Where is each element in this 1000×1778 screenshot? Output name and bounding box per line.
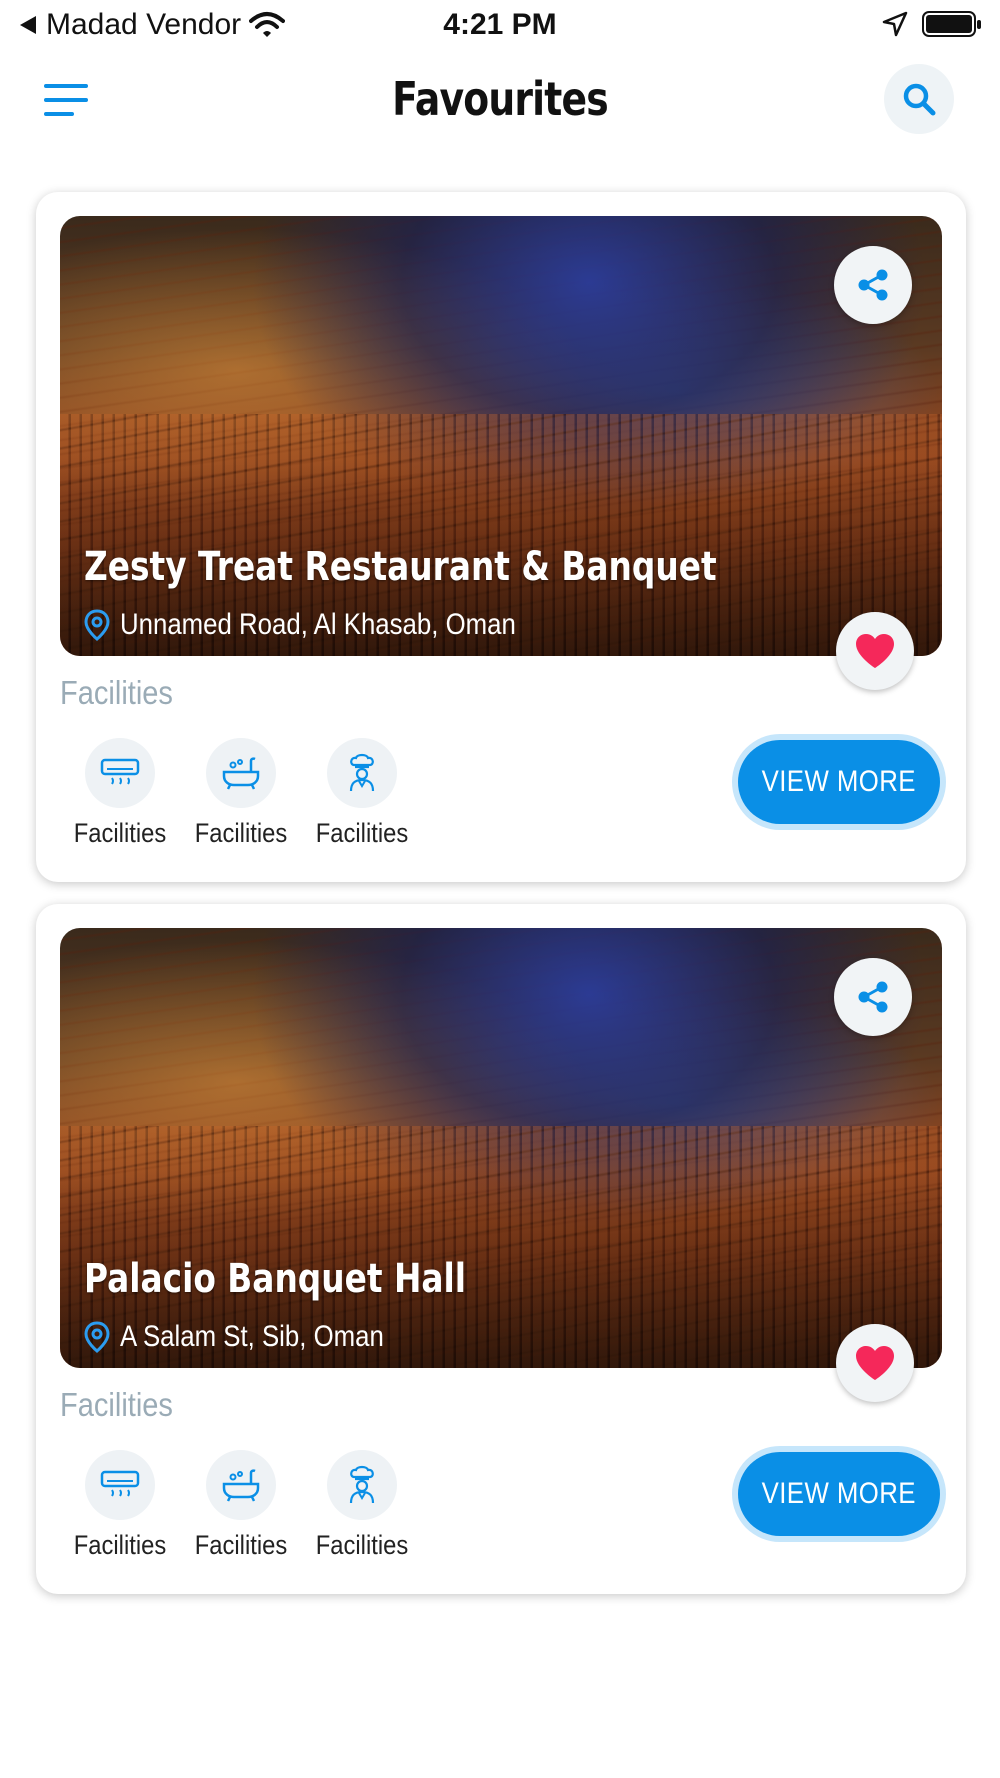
status-time: 4:21 PM bbox=[443, 8, 557, 41]
facility-label: Facilities bbox=[194, 818, 288, 848]
search-button[interactable] bbox=[884, 64, 954, 134]
venue-address: A Salam St, Sib, Oman bbox=[84, 1320, 427, 1354]
facilities-heading: Facilities bbox=[60, 674, 173, 711]
venue-address-text: Unnamed Road, Al Khasab, Oman bbox=[120, 608, 516, 641]
view-more-button[interactable]: VIEW MORE bbox=[738, 740, 940, 824]
facility-icon-bg bbox=[85, 738, 155, 808]
facility-item: Facilities bbox=[65, 738, 175, 849]
chef-icon bbox=[349, 1465, 375, 1504]
facility-item: Facilities bbox=[307, 738, 417, 849]
facility-icon-bg bbox=[327, 738, 397, 808]
chef-icon bbox=[349, 753, 375, 792]
hamburger-menu-button[interactable] bbox=[44, 80, 94, 124]
facility-item: Facilities bbox=[65, 1450, 175, 1561]
favourite-button[interactable] bbox=[836, 1324, 914, 1402]
venue-name: Palacio Banquet Hall bbox=[84, 1256, 467, 1302]
location-pin-icon bbox=[84, 609, 110, 641]
venue-image[interactable]: Palacio Banquet Hall A Salam St, Sib, Om… bbox=[60, 928, 942, 1368]
bathtub-icon bbox=[222, 1469, 260, 1502]
location-pin-icon bbox=[84, 1321, 110, 1353]
venue-name: Zesty Treat Restaurant & Banquet bbox=[84, 544, 717, 590]
view-more-label: VIEW MORE bbox=[761, 765, 917, 798]
facility-item: Facilities bbox=[186, 738, 296, 849]
venue-card[interactable]: Palacio Banquet Hall A Salam St, Sib, Om… bbox=[36, 904, 966, 1594]
facility-icon-bg bbox=[206, 1450, 276, 1520]
facilities-heading: Facilities bbox=[60, 1386, 173, 1423]
share-button[interactable] bbox=[834, 958, 912, 1036]
battery-icon bbox=[922, 11, 981, 37]
facility-icon-bg bbox=[85, 1450, 155, 1520]
facility-icon-bg bbox=[327, 1450, 397, 1520]
view-more-label: VIEW MORE bbox=[761, 1477, 917, 1510]
page-title: Favourites bbox=[392, 72, 609, 126]
facility-label: Facilities bbox=[315, 1530, 409, 1560]
venue-address: Unnamed Road, Al Khasab, Oman bbox=[84, 608, 580, 642]
location-arrow-icon bbox=[882, 11, 908, 37]
facility-label: Facilities bbox=[73, 818, 167, 848]
facility-label: Facilities bbox=[194, 1530, 288, 1560]
facility-item: Facilities bbox=[307, 1450, 417, 1561]
air-conditioner-icon bbox=[100, 1470, 140, 1497]
venue-address-text: A Salam St, Sib, Oman bbox=[120, 1320, 384, 1353]
facility-label: Facilities bbox=[315, 818, 409, 848]
facility-icon-bg bbox=[206, 738, 276, 808]
view-more-button[interactable]: VIEW MORE bbox=[738, 1452, 940, 1536]
facility-item: Facilities bbox=[186, 1450, 296, 1561]
share-icon bbox=[858, 269, 888, 301]
air-conditioner-icon bbox=[100, 758, 140, 785]
menu-line bbox=[44, 84, 88, 88]
share-button[interactable] bbox=[834, 246, 912, 324]
search-icon bbox=[903, 83, 936, 116]
menu-line bbox=[44, 112, 74, 116]
facility-label: Facilities bbox=[73, 1530, 167, 1560]
venue-image[interactable]: Zesty Treat Restaurant & Banquet Unnamed… bbox=[60, 216, 942, 656]
heart-icon bbox=[856, 634, 894, 668]
menu-line bbox=[44, 98, 88, 102]
favourite-button[interactable] bbox=[836, 612, 914, 690]
venue-card[interactable]: Zesty Treat Restaurant & Banquet Unnamed… bbox=[36, 192, 966, 882]
bathtub-icon bbox=[222, 757, 260, 790]
share-icon bbox=[858, 981, 888, 1013]
app-header: Favourites bbox=[0, 58, 1000, 148]
status-right bbox=[882, 10, 982, 38]
heart-icon bbox=[856, 1346, 894, 1380]
status-bar: Madad Vendor 4:21 PM bbox=[0, 0, 1000, 50]
